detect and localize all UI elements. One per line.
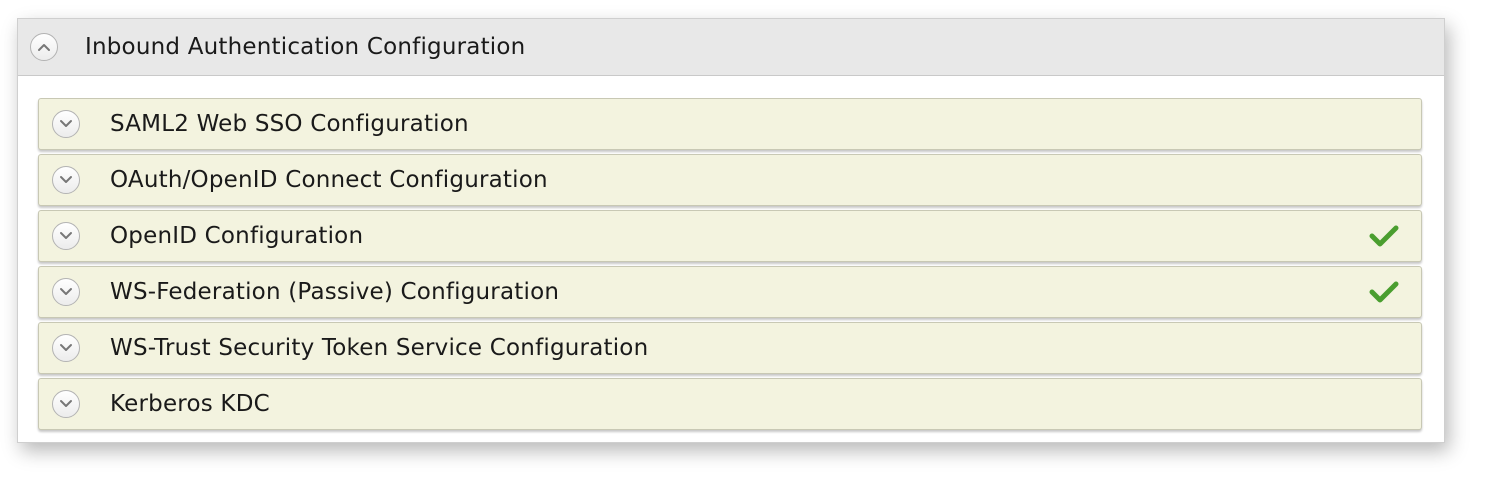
inbound-auth-panel: Inbound Authentication Configuration SAM… — [17, 18, 1445, 443]
chevron-down-icon[interactable] — [52, 390, 80, 418]
chevron-up-icon[interactable] — [30, 33, 58, 61]
section-ws-federation-passive[interactable]: WS-Federation (Passive) Configuration — [38, 266, 1422, 318]
section-label: OAuth/OpenID Connect Configuration — [110, 167, 548, 193]
section-label: WS-Federation (Passive) Configuration — [110, 279, 560, 305]
section-label: WS-Trust Security Token Service Configur… — [110, 335, 649, 361]
panel-title: Inbound Authentication Configuration — [85, 34, 526, 60]
section-kerberos-kdc[interactable]: Kerberos KDC — [38, 378, 1422, 430]
section-label: SAML2 Web SSO Configuration — [110, 111, 469, 137]
section-list: SAML2 Web SSO Configuration OAuth/OpenID… — [38, 98, 1422, 434]
section-openid[interactable]: OpenID Configuration — [38, 210, 1422, 262]
chevron-down-icon[interactable] — [52, 334, 80, 362]
checkmark-icon — [1369, 225, 1399, 247]
section-oauth-openid-connect[interactable]: OAuth/OpenID Connect Configuration — [38, 154, 1422, 206]
section-ws-trust-sts[interactable]: WS-Trust Security Token Service Configur… — [38, 322, 1422, 374]
section-label: OpenID Configuration — [110, 223, 364, 249]
section-label: Kerberos KDC — [110, 391, 270, 417]
checkmark-icon — [1369, 281, 1399, 303]
chevron-down-icon[interactable] — [52, 222, 80, 250]
inbound-auth-panel-header[interactable]: Inbound Authentication Configuration — [18, 19, 1444, 76]
chevron-down-icon[interactable] — [52, 110, 80, 138]
chevron-down-icon[interactable] — [52, 166, 80, 194]
section-saml2-web-sso[interactable]: SAML2 Web SSO Configuration — [38, 98, 1422, 150]
chevron-down-icon[interactable] — [52, 278, 80, 306]
